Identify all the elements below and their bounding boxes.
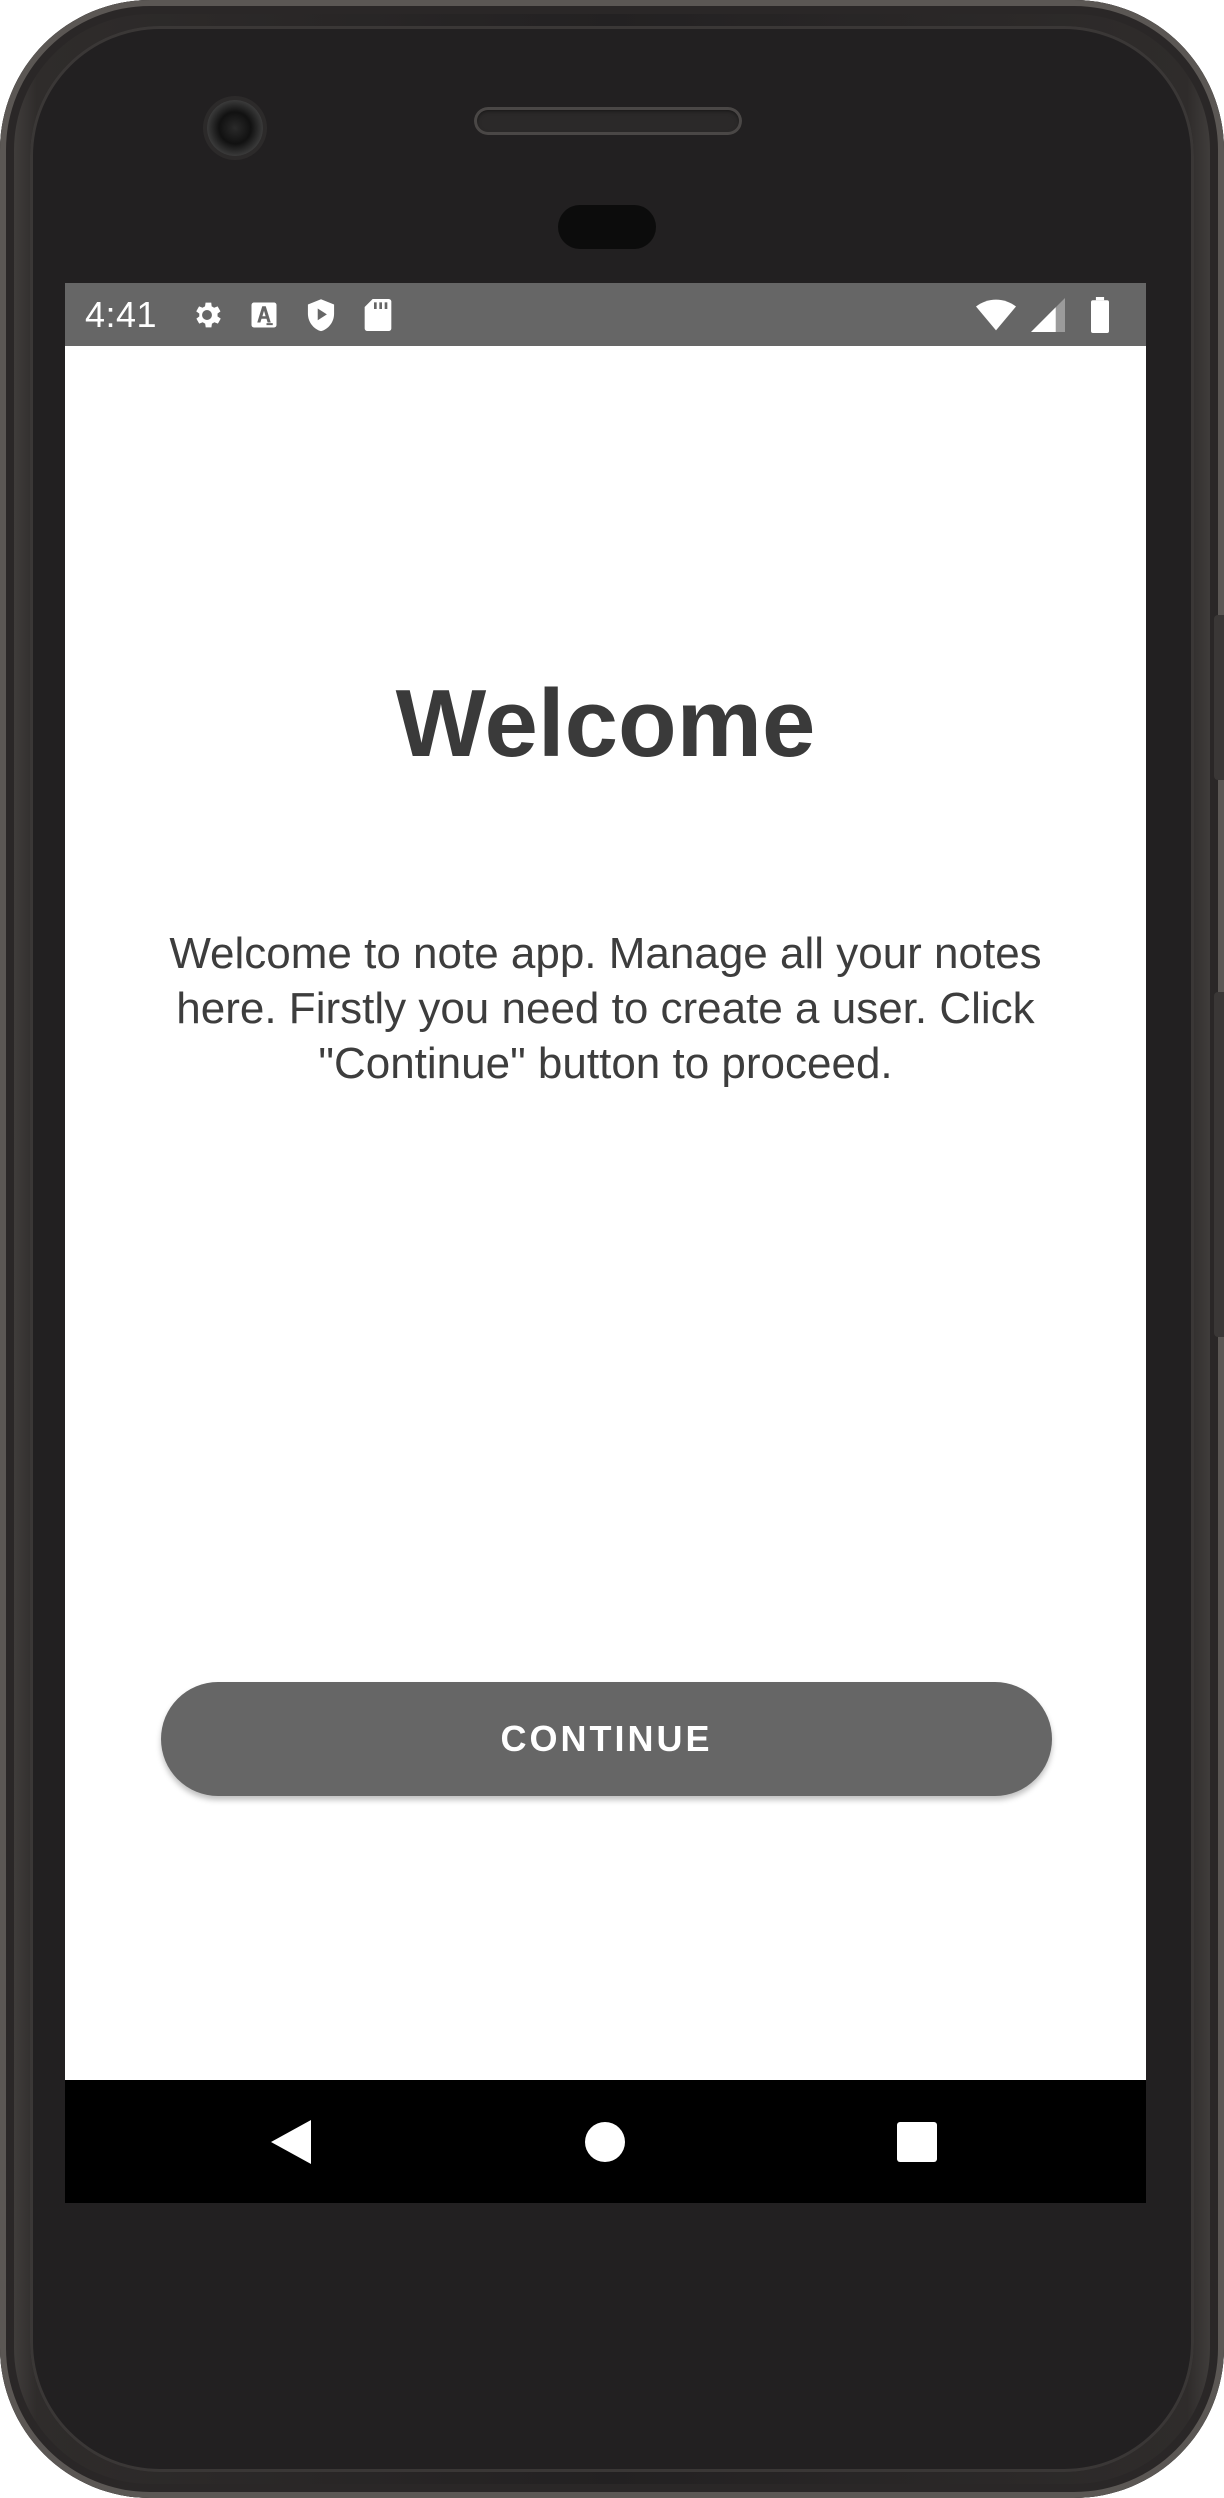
home-button[interactable] (545, 2080, 665, 2203)
battery-icon (1080, 295, 1120, 335)
power-button (1214, 992, 1224, 1337)
volume-button (1214, 615, 1224, 780)
recents-button[interactable] (857, 2080, 977, 2203)
welcome-content: Welcome Welcome to note app. Manage all … (65, 346, 1146, 2080)
status-bar: 4:41 (65, 283, 1146, 346)
screen: 4:41 Welcome Welcome to note app. Manage… (65, 283, 1146, 2203)
back-icon (271, 2119, 311, 2164)
status-time: 4:41 (85, 293, 158, 335)
wifi-icon (976, 295, 1016, 335)
sd-card-icon (358, 295, 398, 335)
back-button[interactable] (231, 2080, 351, 2203)
phone-frame: 4:41 Welcome Welcome to note app. Manage… (0, 0, 1224, 2498)
home-icon (585, 2121, 625, 2162)
front-camera (207, 100, 263, 156)
earpiece-speaker (474, 107, 742, 135)
continue-button[interactable]: CONTINUE (161, 1682, 1052, 1796)
recents-icon (897, 2121, 937, 2162)
page-title: Welcome (395, 670, 816, 777)
proximity-sensor (558, 205, 656, 249)
cell-signal-icon (1028, 295, 1068, 335)
font-a-icon (244, 295, 284, 335)
welcome-description: Welcome to note app. Manage all your not… (169, 929, 1042, 1088)
gear-icon (187, 295, 227, 335)
status-right-icons (970, 295, 1126, 335)
navigation-bar (65, 2080, 1146, 2203)
shield-play-icon (301, 295, 341, 335)
